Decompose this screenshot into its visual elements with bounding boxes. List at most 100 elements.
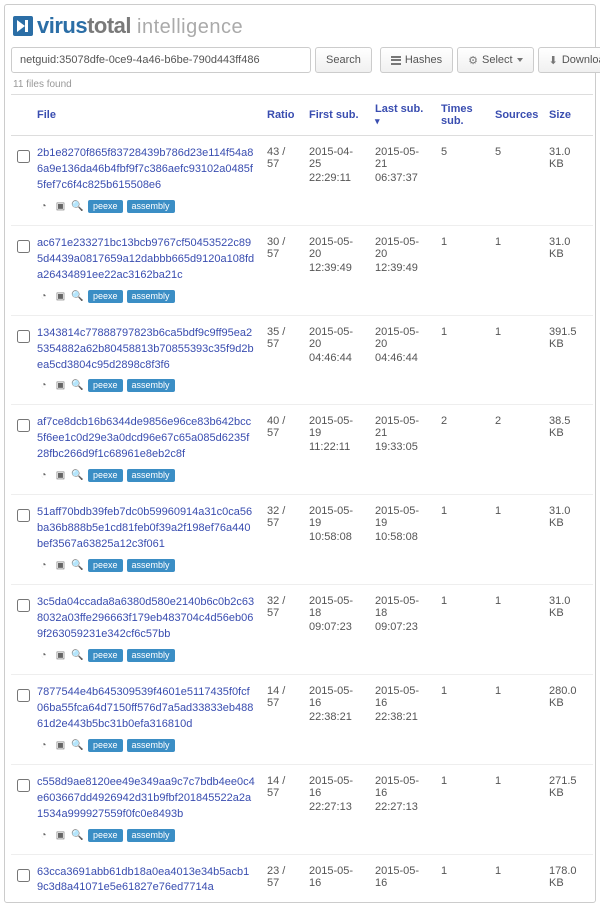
download-dropdown[interactable]: ⬇ Download [538,47,600,73]
chevron-down-icon [517,58,523,62]
tag-peexe[interactable]: peexe [88,559,123,572]
search-icon[interactable]: 🔍 [71,739,84,752]
first-sub-cell: 2015-05-16 [303,854,369,902]
sources-cell: 1 [489,225,543,315]
hashes-button[interactable]: Hashes [380,47,453,73]
search-icon[interactable]: 🔍 [71,379,84,392]
row-checkbox[interactable] [17,599,30,612]
info-icon[interactable]: ▣ [54,559,67,572]
search-button[interactable]: Search [315,47,372,73]
search-icon[interactable]: 🔍 [71,290,84,303]
search-icon[interactable]: 🔍 [71,469,84,482]
ratio-cell: 14 / 57 [261,764,303,854]
results-count: 11 files found [13,79,589,90]
info-icon[interactable]: ▣ [54,379,67,392]
clock-icon[interactable]: ◔ [37,649,50,662]
file-hash-link[interactable]: 51aff70bdb39feb7dc0b59960914a31c0ca56ba3… [37,505,255,553]
last-sub-cell: 2015-05-2119:33:05 [369,405,435,495]
gear-icon: ⚙ [468,54,478,67]
clock-icon[interactable]: ◔ [37,829,50,842]
search-icon[interactable]: 🔍 [71,200,84,213]
col-first-sub[interactable]: First sub. [303,95,369,136]
last-sub-cell: 2015-05-2012:39:49 [369,225,435,315]
sources-cell: 2 [489,405,543,495]
file-hash-link[interactable]: 3c5da04ccada8a6380d580e2140b6c0b2c638032… [37,595,255,643]
search-input[interactable] [11,47,311,73]
row-checkbox[interactable] [17,869,30,882]
search-icon[interactable]: 🔍 [71,829,84,842]
info-icon[interactable]: ▣ [54,290,67,303]
col-file[interactable]: File [31,95,261,136]
row-checkbox[interactable] [17,689,30,702]
tag-peexe[interactable]: peexe [88,739,123,752]
tag-peexe[interactable]: peexe [88,469,123,482]
file-hash-link[interactable]: 7877544e4b645309539f4601e5117435f0fcf06b… [37,685,255,733]
ratio-cell: 32 / 57 [261,495,303,585]
col-last-sub[interactable]: Last sub. ▾ [369,95,435,136]
select-dropdown[interactable]: ⚙ Select [457,47,533,73]
row-checkbox[interactable] [17,240,30,253]
logo-virus-text: virus [37,13,87,39]
last-sub-cell: 2015-05-2106:37:37 [369,136,435,226]
row-checkbox[interactable] [17,509,30,522]
clock-icon[interactable]: ◔ [37,469,50,482]
col-times-sub[interactable]: Times sub. [435,95,489,136]
tag-peexe[interactable]: peexe [88,379,123,392]
sources-cell: 1 [489,585,543,675]
ratio-cell: 30 / 57 [261,225,303,315]
tag-assembly[interactable]: assembly [127,379,175,392]
table-row: 7877544e4b645309539f4601e5117435f0fcf06b… [11,674,593,764]
first-sub-cell: 2015-05-1910:58:08 [303,495,369,585]
col-ratio[interactable]: Ratio [261,95,303,136]
clock-icon[interactable]: ◔ [37,739,50,752]
tag-peexe[interactable]: peexe [88,829,123,842]
file-hash-link[interactable]: 2b1e8270f865f83728439b786d23e114f54a86a9… [37,146,255,194]
size-cell: 38.5 KB [543,405,593,495]
tag-assembly[interactable]: assembly [127,739,175,752]
size-cell: 271.5 KB [543,764,593,854]
clock-icon[interactable]: ◔ [37,290,50,303]
tag-assembly[interactable]: assembly [127,829,175,842]
info-icon[interactable]: ▣ [54,829,67,842]
row-checkbox[interactable] [17,419,30,432]
file-hash-link[interactable]: 63cca3691abb61db18a0ea4013e34b5acb19c3d8… [37,865,255,897]
last-sub-cell: 2015-05-16 [369,854,435,902]
tag-assembly[interactable]: assembly [127,559,175,572]
row-checkbox[interactable] [17,779,30,792]
clock-icon[interactable]: ◔ [37,200,50,213]
tag-assembly[interactable]: assembly [127,200,175,213]
tag-peexe[interactable]: peexe [88,649,123,662]
tag-peexe[interactable]: peexe [88,200,123,213]
info-icon[interactable]: ▣ [54,200,67,213]
tag-peexe[interactable]: peexe [88,290,123,303]
last-sub-cell: 2015-05-1910:58:08 [369,495,435,585]
row-checkbox[interactable] [17,330,30,343]
clock-icon[interactable]: ◔ [37,379,50,392]
first-sub-cell: 2015-05-1911:22:11 [303,405,369,495]
search-icon[interactable]: 🔍 [71,559,84,572]
ratio-cell: 14 / 57 [261,674,303,764]
table-row: 51aff70bdb39feb7dc0b59960914a31c0ca56ba3… [11,495,593,585]
table-row: af7ce8dcb16b6344de9856e96ce83b642bcc5f6e… [11,405,593,495]
col-sources[interactable]: Sources [489,95,543,136]
tag-assembly[interactable]: assembly [127,469,175,482]
info-icon[interactable]: ▣ [54,469,67,482]
hashes-label: Hashes [405,54,442,66]
size-cell: 31.0 KB [543,585,593,675]
table-row: 1343814c77888797823b6ca5bdf9c9ff95ea2535… [11,315,593,405]
table-row: c558d9ae8120ee49e349aa9c7c7bdb4ee0c4e603… [11,764,593,854]
file-hash-link[interactable]: c558d9ae8120ee49e349aa9c7c7bdb4ee0c4e603… [37,775,255,823]
row-checkbox[interactable] [17,150,30,163]
size-cell: 178.0 KB [543,854,593,902]
file-hash-link[interactable]: af7ce8dcb16b6344de9856e96ce83b642bcc5f6e… [37,415,255,463]
tag-assembly[interactable]: assembly [127,290,175,303]
info-icon[interactable]: ▣ [54,739,67,752]
clock-icon[interactable]: ◔ [37,559,50,572]
file-hash-link[interactable]: ac671e233271bc13bcb9767cf50453522c895d44… [37,236,255,284]
col-size[interactable]: Size [543,95,593,136]
info-icon[interactable]: ▣ [54,649,67,662]
sources-cell: 5 [489,136,543,226]
search-icon[interactable]: 🔍 [71,649,84,662]
file-hash-link[interactable]: 1343814c77888797823b6ca5bdf9c9ff95ea2535… [37,326,255,374]
tag-assembly[interactable]: assembly [127,649,175,662]
